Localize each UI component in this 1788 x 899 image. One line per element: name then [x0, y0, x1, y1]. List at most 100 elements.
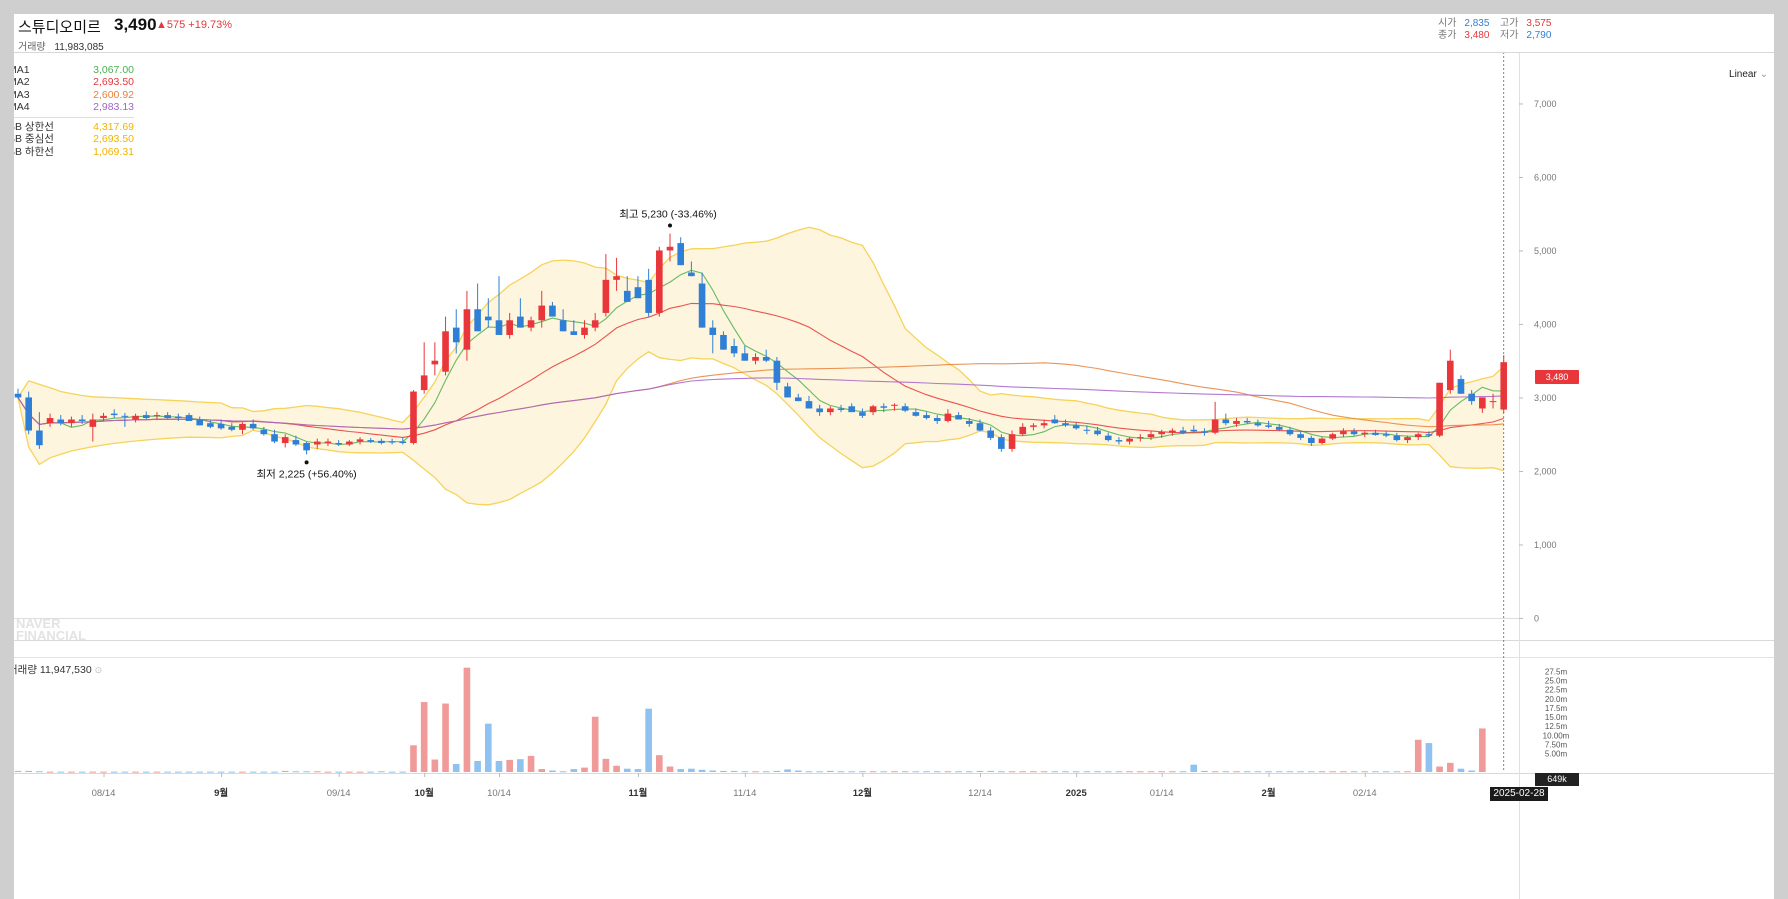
candle-body — [613, 276, 620, 280]
candle-body — [313, 441, 321, 445]
volume-bar — [378, 771, 385, 773]
candle-body — [1286, 429, 1294, 435]
y-tick — [1519, 617, 1523, 619]
header-volume-label: 거래량 — [18, 42, 46, 53]
volume-bar — [1329, 771, 1337, 773]
candle-body — [1158, 431, 1166, 435]
stock-header: 스튜디오미르 3,490 ▲575 +19.73% 거래량 11,983,085… — [14, 14, 1774, 53]
volume-bar — [709, 770, 717, 772]
candle-body — [1404, 437, 1411, 441]
candle-body — [912, 412, 920, 416]
candle-body — [720, 334, 727, 350]
candle-body — [1350, 431, 1358, 435]
candle-body — [442, 331, 449, 372]
candle-body — [335, 443, 342, 445]
volume-bar — [1233, 771, 1240, 773]
volume-bar — [249, 771, 257, 773]
price-chart[interactable]: 0 1,000 2,000 3,000 4,000 5,000 6,000 7,000 최고 5… — [14, 14, 1774, 899]
volume-tick-label: 17.5m — [1545, 704, 1568, 713]
candle — [1436, 382, 1443, 438]
open-value: 2,835 — [1464, 18, 1490, 29]
candle-body — [1382, 434, 1390, 436]
x-tick — [1268, 773, 1270, 777]
candle-body — [869, 406, 877, 413]
candle-body — [1446, 360, 1454, 391]
volume-bar — [1190, 764, 1198, 772]
current-price: 3,490 — [114, 15, 157, 34]
volume-bar — [207, 771, 214, 773]
candle-body — [249, 423, 257, 429]
candle-body — [773, 360, 781, 383]
y-tick-label: 4,000 — [1534, 319, 1557, 329]
candle-body — [848, 406, 856, 413]
volume-bar — [987, 770, 994, 772]
candle-body — [784, 386, 791, 398]
candle-body — [527, 320, 535, 328]
legend-ma1: MA13,067.00 — [14, 64, 134, 76]
candle — [677, 237, 685, 266]
volume-bar — [1243, 771, 1251, 773]
volume-bar — [1051, 771, 1059, 773]
volume-tick-label: 12.5m — [1545, 722, 1568, 731]
candle-body — [634, 287, 642, 299]
volume-bar — [602, 758, 610, 772]
volume-bar — [164, 771, 171, 773]
indicator-legend: MA13,067.00 MA22,693.50 MA32,600.92 MA42… — [14, 64, 134, 158]
candle-body — [591, 320, 599, 328]
volume-bar — [1147, 771, 1155, 773]
volume-bar — [271, 771, 278, 773]
high-annotation: 최고 5,230 (-33.46%) — [619, 209, 717, 221]
candle-body — [1062, 423, 1069, 426]
candle-body — [1083, 429, 1091, 431]
x-tick — [979, 773, 981, 777]
y-tick-label: 5,000 — [1534, 246, 1557, 256]
legend-bb-middle: BB 중심선2,693.50 — [14, 133, 134, 146]
candle-body — [955, 415, 962, 420]
volume-bar — [538, 769, 546, 772]
candle-body — [1201, 431, 1208, 433]
volume-bar — [506, 759, 513, 772]
x-tick-label: 2025 — [1066, 788, 1088, 799]
candle-body — [944, 413, 952, 421]
high-marker — [668, 223, 673, 228]
volume-bar — [1350, 771, 1358, 773]
candle-body — [89, 419, 97, 427]
x-tick-label: 10월 — [415, 787, 434, 799]
candle-body — [559, 320, 567, 332]
candle-body — [1340, 431, 1347, 435]
candle-body — [805, 401, 813, 409]
x-axis-line — [14, 773, 1774, 774]
volume-bar — [142, 771, 150, 773]
candle-body — [1222, 419, 1230, 424]
volume-bar — [944, 771, 952, 773]
header-volume: 거래량 11,983,085 — [18, 38, 110, 53]
candle-body — [207, 423, 214, 427]
scale-mode-dropdown[interactable]: Linear ⌄ — [1729, 69, 1768, 80]
candle — [25, 391, 33, 435]
candle-body — [709, 327, 717, 335]
current-volume-tag: 649k — [1535, 773, 1579, 786]
candle-body — [1297, 434, 1304, 438]
volume-bar — [1158, 771, 1166, 773]
volume-bar — [976, 770, 984, 772]
volume-bar — [965, 771, 973, 773]
candle — [442, 316, 449, 376]
volume-bar — [1286, 771, 1294, 773]
volume-bar — [549, 770, 556, 772]
volume-bar — [901, 771, 909, 773]
legend-ma2: MA22,693.50 — [14, 76, 134, 89]
x-tick — [1076, 773, 1078, 777]
volume-bar — [57, 771, 65, 773]
volume-bar — [292, 771, 300, 773]
volume-tick-label: 5.00m — [1545, 750, 1568, 759]
volume-panel-divider — [14, 657, 1774, 658]
settings-icon[interactable]: ⊙ — [95, 665, 103, 675]
volume-bar — [1393, 771, 1401, 773]
candle-body — [271, 434, 278, 442]
candle — [474, 283, 481, 332]
volume-bar — [923, 771, 930, 773]
candle-body — [827, 408, 834, 413]
volume-bar — [228, 771, 236, 773]
candle-body — [1179, 430, 1187, 433]
volume-bar — [388, 771, 396, 773]
